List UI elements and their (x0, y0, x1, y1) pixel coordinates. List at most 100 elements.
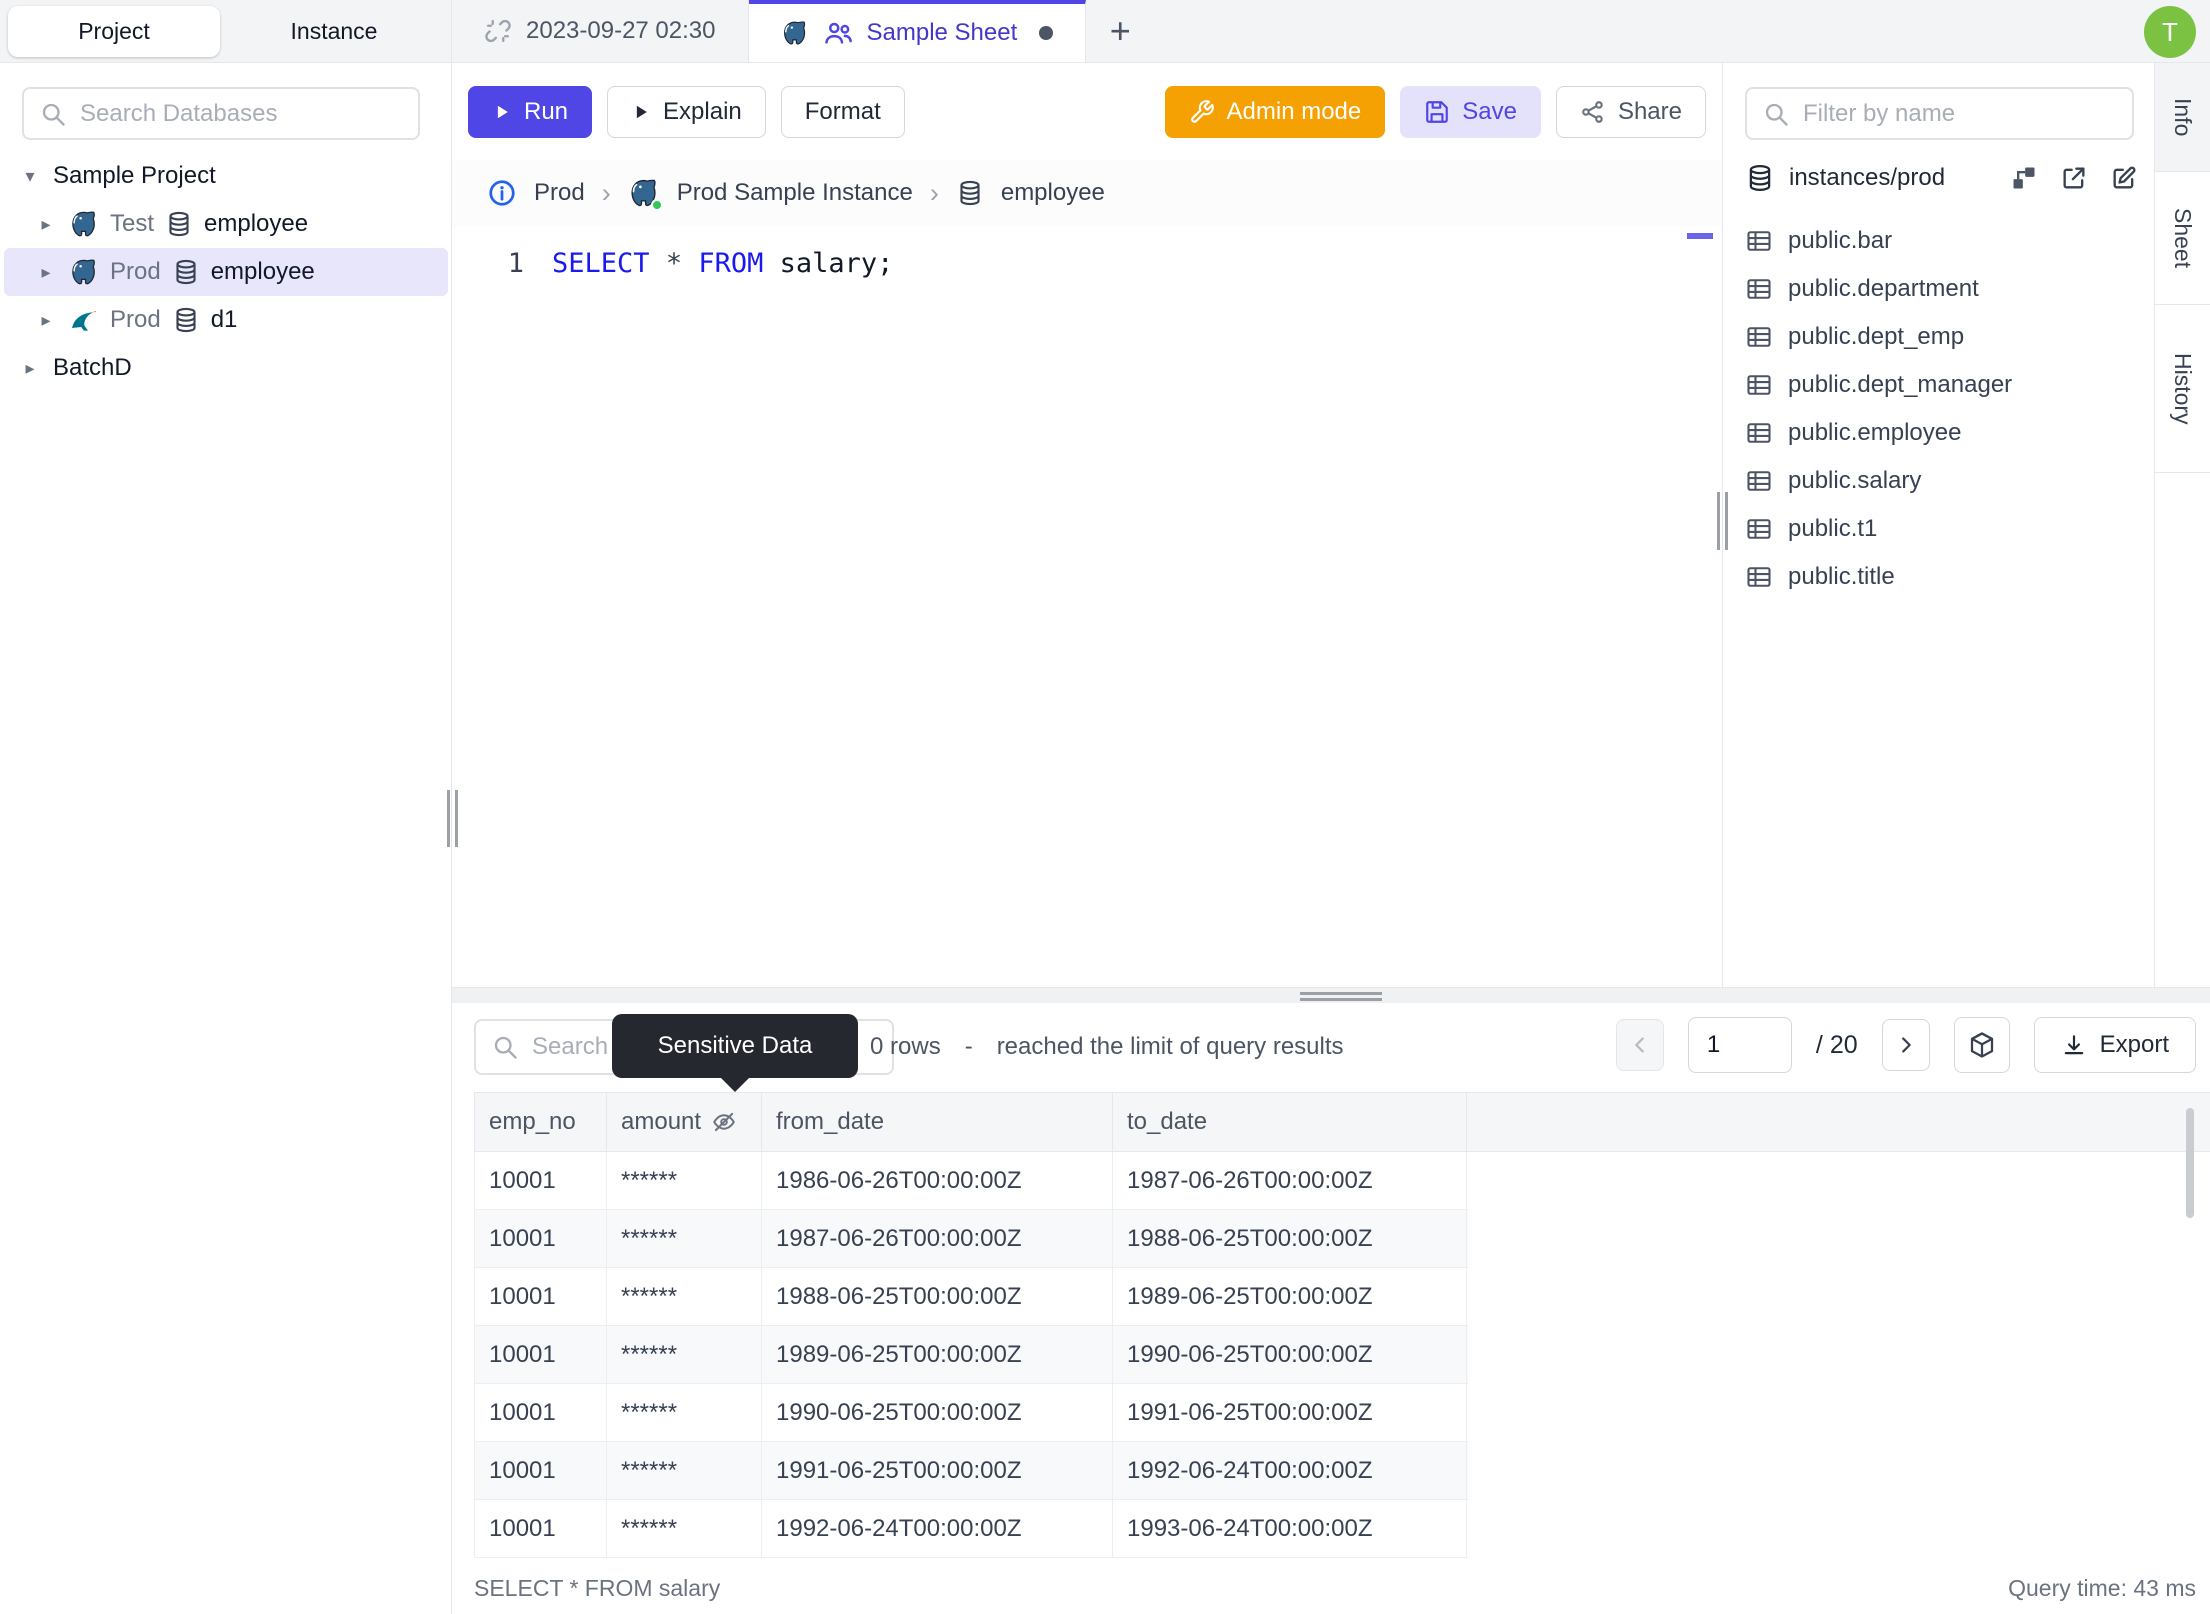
table-list-item[interactable]: public.employee (1745, 409, 2144, 457)
cell[interactable]: 1987-06-26T00:00:00Z (762, 1210, 1113, 1267)
tab-sheet[interactable]: Sheet (2155, 172, 2210, 305)
table-list-item[interactable]: public.dept_emp (1745, 313, 2144, 361)
search-databases-input[interactable] (80, 99, 403, 128)
tree-item-batchd[interactable]: ▸ BatchD (0, 344, 452, 392)
sql-operator: * (665, 248, 683, 279)
schema-panel-resize-handle[interactable] (1717, 492, 1728, 550)
cell[interactable]: ****** (607, 1268, 762, 1325)
edit-icon[interactable] (2110, 164, 2138, 192)
database-tree: ▾ Sample Project ▸ Test employee ▸ Prod … (0, 152, 452, 392)
explain-label: Explain (663, 97, 742, 125)
cell[interactable]: ****** (607, 1442, 762, 1499)
table-list-item[interactable]: public.salary (1745, 457, 2144, 505)
results-panel: 0 rows - reached the limit of query resu… (452, 1003, 2210, 1614)
table-icon (1745, 323, 1773, 351)
tree-item-prod-d1[interactable]: ▸ Prod d1 (0, 296, 452, 344)
cell[interactable]: 10001 (475, 1326, 607, 1383)
cell[interactable]: 1991-06-25T00:00:00Z (762, 1442, 1113, 1499)
cell[interactable]: 1992-06-24T00:00:00Z (1113, 1442, 1467, 1499)
run-button[interactable]: Run (468, 85, 593, 138)
breadcrumb-instance[interactable]: Prod Sample Instance (677, 179, 913, 207)
cell[interactable]: 1989-06-25T00:00:00Z (762, 1326, 1113, 1383)
tree-project-label: BatchD (53, 354, 132, 381)
column-label: emp_no (489, 1108, 576, 1135)
sheet-tab-sample-sheet[interactable]: Sample Sheet (748, 0, 1087, 62)
cell[interactable]: 1988-06-25T00:00:00Z (762, 1268, 1113, 1325)
caret-down-icon[interactable]: ▾ (18, 166, 42, 187)
sidebar-resize-handle[interactable] (447, 790, 458, 847)
cell[interactable]: 10001 (475, 1210, 607, 1267)
column-header-filler (1467, 1093, 2210, 1151)
cell[interactable]: 1991-06-25T00:00:00Z (1113, 1384, 1467, 1441)
visualize-button[interactable] (1953, 1017, 2010, 1073)
cell[interactable]: 1990-06-25T00:00:00Z (1113, 1326, 1467, 1383)
tree-item-prod-employee[interactable]: ▸ Prod employee (4, 248, 448, 296)
cell[interactable]: 10001 (475, 1500, 607, 1557)
prev-page-button[interactable] (1615, 1019, 1664, 1071)
cell[interactable]: 10001 (475, 1384, 607, 1441)
cell[interactable]: 1986-06-26T00:00:00Z (762, 1152, 1113, 1209)
tree-item-test-employee[interactable]: ▸ Test employee (0, 200, 452, 248)
sql-editor[interactable]: 1 SELECT * FROM salary; (452, 226, 1722, 987)
column-header-amount[interactable]: amount (607, 1093, 762, 1151)
cell[interactable]: 1988-06-25T00:00:00Z (1113, 1210, 1467, 1267)
run-label: Run (524, 97, 569, 125)
table-row: 10001 ****** 1988-06-25T00:00:00Z 1989-06-2… (475, 1268, 1468, 1326)
table-list-item[interactable]: public.t1 (1745, 505, 2144, 553)
cell[interactable]: 1990-06-25T00:00:00Z (762, 1384, 1113, 1441)
cell[interactable]: ****** (607, 1500, 762, 1557)
table-name: public.department (1788, 275, 1979, 302)
new-tab-button[interactable]: + (1086, 0, 1154, 62)
table-list-item[interactable]: public.bar (1745, 217, 2144, 265)
environment-label: Prod (110, 258, 161, 285)
column-header-emp-no[interactable]: emp_no (475, 1093, 607, 1151)
divider-drag-handle[interactable] (1300, 992, 1382, 1001)
tree-item-sample-project[interactable]: ▾ Sample Project (0, 152, 452, 200)
column-header-to-date[interactable]: to_date (1113, 1093, 1467, 1151)
cell[interactable]: 1989-06-25T00:00:00Z (1113, 1268, 1467, 1325)
tab-project[interactable]: Project (8, 6, 220, 57)
tab-history[interactable]: History (2155, 305, 2210, 473)
editor-column: Run Explain Format Admin mode Save Share… (452, 63, 1723, 987)
export-button[interactable]: Export (2033, 1017, 2196, 1073)
breadcrumb-database[interactable]: employee (1001, 179, 1105, 207)
admin-mode-button[interactable]: Admin mode (1164, 85, 1386, 138)
schema-diagram-icon[interactable] (2010, 164, 2038, 192)
info-icon[interactable] (487, 178, 517, 208)
avatar[interactable]: T (2144, 6, 2196, 58)
column-header-from-date[interactable]: from_date (762, 1093, 1113, 1151)
breadcrumb-environment[interactable]: Prod (534, 179, 585, 207)
cell[interactable]: 1992-06-24T00:00:00Z (762, 1500, 1113, 1557)
table-list-item[interactable]: public.dept_manager (1745, 361, 2144, 409)
share-button[interactable]: Share (1555, 85, 1706, 138)
explain-button[interactable]: Explain (607, 85, 766, 138)
filter-by-name-input[interactable] (1803, 99, 2117, 128)
sheet-tab-history[interactable]: 2023-09-27 02:30 (452, 0, 749, 62)
results-scrollbar[interactable] (2186, 1108, 2194, 1218)
external-link-icon[interactable] (2060, 164, 2088, 192)
caret-right-icon[interactable]: ▸ (18, 358, 42, 379)
format-button[interactable]: Format (780, 85, 905, 138)
tab-info[interactable]: Info (2155, 63, 2210, 172)
cell[interactable]: 10001 (475, 1268, 607, 1325)
postgres-icon (69, 209, 99, 239)
caret-right-icon[interactable]: ▸ (34, 262, 58, 283)
tab-instance[interactable]: Instance (222, 0, 446, 62)
cell[interactable]: 10001 (475, 1152, 607, 1209)
caret-right-icon[interactable]: ▸ (34, 214, 58, 235)
cell[interactable]: 1993-06-24T00:00:00Z (1113, 1500, 1467, 1557)
save-button[interactable]: Save (1400, 85, 1541, 138)
search-databases-box (22, 87, 420, 140)
cell[interactable]: ****** (607, 1384, 762, 1441)
cell[interactable]: 1987-06-26T00:00:00Z (1113, 1152, 1467, 1209)
next-page-button[interactable] (1881, 1019, 1930, 1071)
page-number-input[interactable] (1687, 1017, 1792, 1073)
table-list-item[interactable]: public.title (1745, 553, 2144, 601)
cell[interactable]: ****** (607, 1210, 762, 1267)
cell[interactable]: 10001 (475, 1442, 607, 1499)
table-list-item[interactable]: public.department (1745, 265, 2144, 313)
instance-header: instances/prod (1745, 154, 2138, 202)
cell[interactable]: ****** (607, 1152, 762, 1209)
cell[interactable]: ****** (607, 1326, 762, 1383)
caret-right-icon[interactable]: ▸ (34, 310, 58, 331)
